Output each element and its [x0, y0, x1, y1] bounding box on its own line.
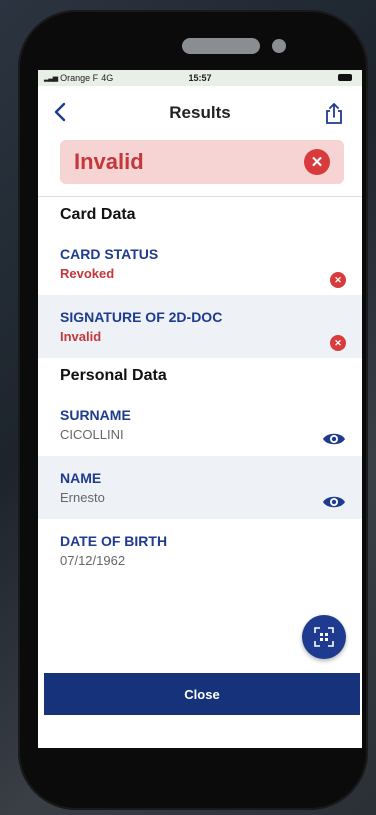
status-bar: ▂▃▅ Orange F 4G 15:57	[38, 70, 362, 86]
field-label: SURNAME	[60, 407, 131, 423]
field-label: SIGNATURE OF 2D-DOC	[60, 309, 223, 325]
field-label: CARD STATUS	[60, 246, 159, 262]
app-screen: ▂▃▅ Orange F 4G 15:57 Results Invalid ✕ …	[38, 70, 362, 748]
validation-status-banner: Invalid ✕	[60, 140, 344, 184]
section-title-personal-data: Personal Data	[60, 367, 167, 384]
back-button[interactable]	[54, 100, 66, 126]
section-title-card-data: Card Data	[60, 206, 136, 223]
field-signature: SIGNATURE OF 2D-DOC Invalid ✕	[38, 295, 362, 358]
error-icon: ✕	[304, 149, 330, 175]
battery-icon	[338, 74, 352, 81]
field-label: NAME	[60, 470, 102, 486]
nav-bar: Results	[38, 86, 362, 140]
scan-button[interactable]	[302, 615, 346, 659]
field-value: Revoked	[60, 266, 115, 281]
field-value: CICOLLINI	[60, 427, 124, 442]
field-surname: SURNAME CICOLLINI	[38, 393, 362, 456]
share-icon[interactable]	[324, 103, 344, 125]
field-date-of-birth: DATE OF BIRTH 07/12/1962	[38, 519, 362, 582]
close-button[interactable]: Close	[44, 673, 360, 715]
eye-icon[interactable]	[322, 494, 346, 510]
page-title: Results	[169, 103, 231, 122]
validation-status-text: Invalid	[74, 149, 144, 174]
field-value: 07/12/1962	[60, 553, 126, 568]
eye-icon[interactable]	[322, 431, 346, 447]
speaker-grille	[182, 38, 260, 54]
field-value: Invalid	[60, 329, 102, 344]
error-icon: ✕	[330, 272, 346, 288]
field-label: DATE OF BIRTH	[60, 533, 168, 549]
qr-scan-icon	[314, 627, 334, 647]
field-name: NAME Ernesto	[38, 456, 362, 519]
chevron-left-icon	[54, 102, 66, 122]
front-camera	[272, 39, 286, 53]
field-card-status: CARD STATUS Revoked ✕	[38, 232, 362, 295]
status-time: 15:57	[188, 73, 212, 83]
error-icon: ✕	[330, 335, 346, 351]
field-value: Ernesto	[60, 490, 105, 505]
